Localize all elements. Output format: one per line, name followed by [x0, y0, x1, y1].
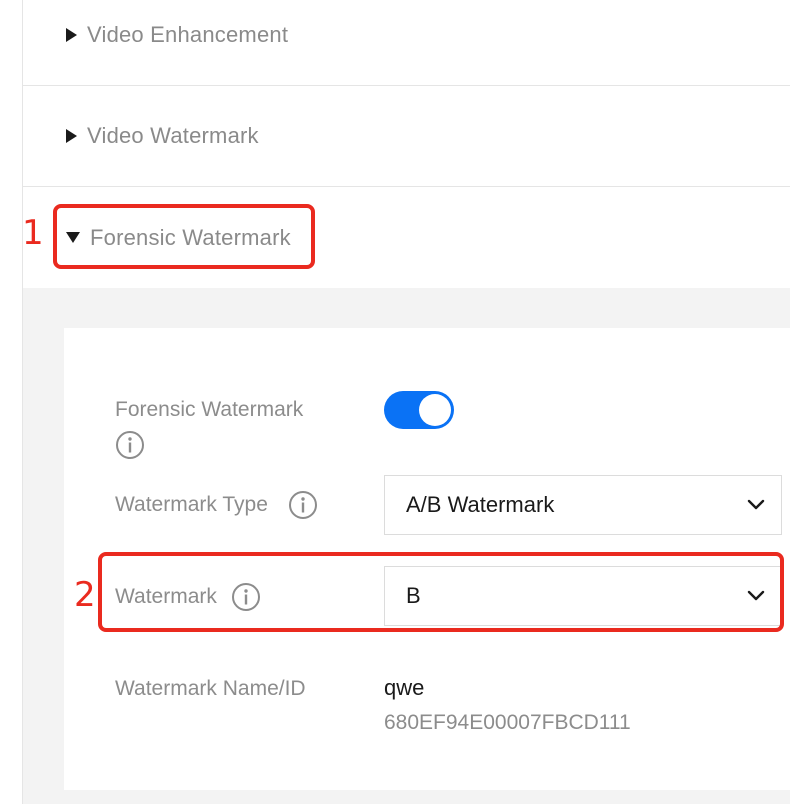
annotation-number-1: 1	[22, 213, 44, 253]
caret-right-icon	[66, 129, 77, 143]
caret-right-icon	[66, 28, 77, 42]
watermark-name-label-text: Watermark Name/ID	[115, 677, 306, 700]
forensic-watermark-label: Forensic Watermark	[115, 396, 303, 424]
section-video-watermark[interactable]: Video Watermark	[23, 86, 790, 187]
forensic-watermark-toggle[interactable]	[384, 391, 454, 429]
annotation-number-2: 2	[74, 575, 96, 615]
chevron-down-icon	[747, 499, 765, 510]
watermark-type-select[interactable]: A/B Watermark	[384, 475, 782, 535]
forensic-watermark-label-text: Forensic Watermark	[115, 398, 304, 421]
watermark-type-label: Watermark Type	[115, 491, 268, 519]
section-title: Video Enhancement	[87, 22, 289, 47]
section-title: Video Watermark	[87, 123, 259, 148]
info-icon[interactable]	[115, 430, 145, 460]
watermark-name-value: qwe	[384, 675, 425, 700]
annotation-box-1	[53, 204, 315, 269]
watermark-type-value: A/B Watermark	[406, 492, 555, 517]
annotation-box-2	[98, 552, 784, 632]
watermark-id-value: 680EF94E00007FBCD111	[384, 711, 631, 734]
section-video-enhancement[interactable]: Video Enhancement	[23, 0, 790, 86]
toggle-knob	[419, 394, 451, 426]
watermark-type-label-text: Watermark Type	[115, 493, 268, 516]
watermark-name-label: Watermark Name/ID	[115, 675, 306, 703]
page: Video Enhancement Video Watermark Forens…	[0, 0, 790, 804]
info-icon[interactable]	[288, 490, 318, 520]
